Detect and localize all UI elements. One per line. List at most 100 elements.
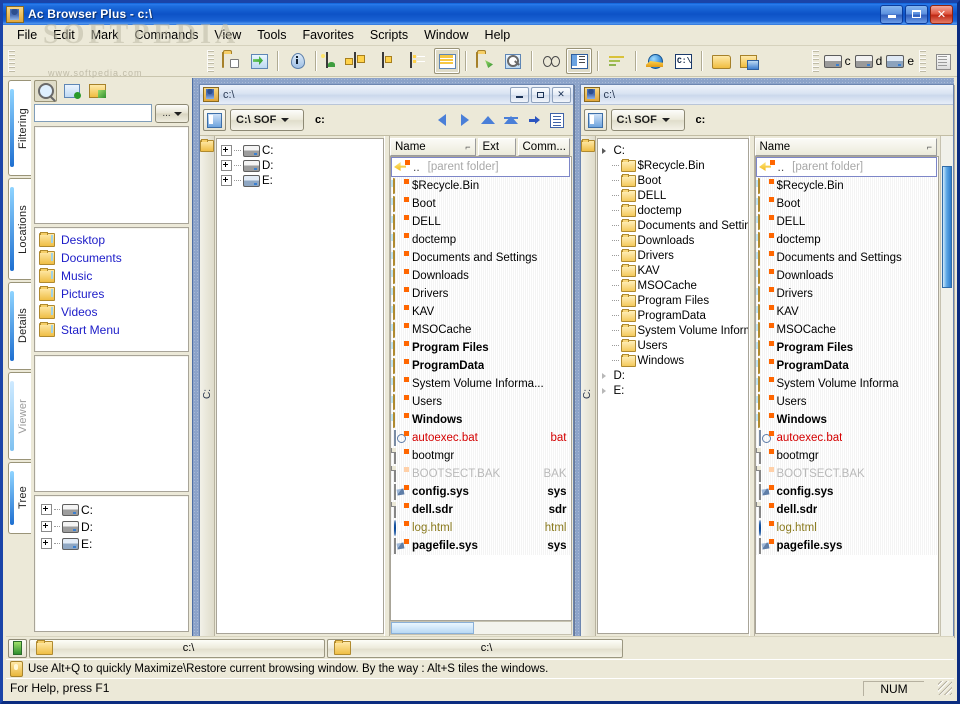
sort-icon[interactable] [604,48,630,74]
list-item[interactable]: bootmgr [755,447,938,465]
chevron-right-icon[interactable] [601,372,606,379]
list-item[interactable]: autoexec.bat bat [391,429,571,447]
tree-node[interactable]: Users [602,338,748,353]
list-item[interactable]: Users [391,393,571,411]
drive-combo-left[interactable]: C:\ SOF [230,109,304,131]
resize-grip[interactable] [938,681,952,696]
list-item[interactable]: Documents and Settings [391,249,571,267]
panel-close-button[interactable]: ✕ [551,86,571,103]
tree-node[interactable]: KAV [602,263,748,278]
scrollbar-thumb[interactable] [942,166,952,288]
list-item[interactable]: Downloads [391,267,571,285]
tree-node[interactable]: MSOCache [602,278,748,293]
menu-favorites[interactable]: Favorites [294,26,361,44]
sidebar-tree-node-e[interactable]: E: [41,535,188,552]
path-field-right[interactable]: c: [688,109,950,131]
tree-node[interactable]: D: [601,368,748,383]
toolbar-drive-c[interactable]: c [823,54,851,68]
menu-window[interactable]: Window [416,26,476,44]
list-item[interactable]: config.sys sys [391,483,571,501]
list-item[interactable]: .. [parent folder] [755,157,937,177]
small-icon-view-icon[interactable] [378,48,404,74]
details-view-icon[interactable] [434,48,460,74]
location-item-start-menu[interactable]: Start Menu [39,321,188,339]
list-item[interactable]: Users [755,393,938,411]
list-item[interactable]: MSOCache [755,321,938,339]
tree-node[interactable]: Documents and Settings [602,218,748,233]
menu-commands[interactable]: Commands [126,26,206,44]
forward-icon[interactable] [456,111,475,130]
tree-node[interactable]: Program Files [602,293,748,308]
list-item[interactable]: MSOCache [391,321,571,339]
tree-node[interactable]: E: [221,173,383,188]
panel-sidestrip-left[interactable]: C: [200,136,215,636]
compare-icon[interactable] [538,48,564,74]
tree-node[interactable]: System Volume Informati [602,323,748,338]
tree-node[interactable]: Drivers [602,248,748,263]
chevron-right-icon[interactable] [601,147,606,154]
command-prompt-icon[interactable]: C:\ [670,48,696,74]
panel-restore-button[interactable] [530,86,550,103]
column-header-comment[interactable]: Comm... [517,138,570,156]
panel-minimize-button[interactable] [509,86,529,103]
list-item[interactable]: Boot [391,195,571,213]
list-item[interactable]: dell.sdr [755,501,938,519]
chevron-right-icon[interactable] [601,387,606,394]
toolbar-grip-drives[interactable] [811,50,819,72]
tree-node[interactable]: doctemp [602,203,748,218]
column-header-ext[interactable]: Ext [477,138,516,156]
panel-sidestrip-right[interactable]: C: [580,136,596,636]
menu-scripts[interactable]: Scripts [362,26,416,44]
list-item[interactable]: System Volume Informa... [391,375,571,393]
list-item[interactable]: BOOTSECT.BAK BAK [391,465,571,483]
list-item[interactable]: DELL [755,213,938,231]
sidebar-tab-locations[interactable]: Locations [8,178,31,280]
folder-tree-left[interactable]: C: D: E: [216,138,384,634]
list-item[interactable]: autoexec.bat [755,429,938,447]
tree-node[interactable]: Boot [602,173,748,188]
toolbar-grip-left[interactable] [8,50,15,72]
list-item[interactable]: KAV [755,303,938,321]
list-item[interactable]: log.html html [391,519,571,537]
split-panel-icon[interactable] [566,48,592,74]
sidebar-tree-node-d[interactable]: D: [41,518,188,535]
back-icon[interactable] [433,111,452,130]
panel-layout-button[interactable] [583,109,607,131]
panel-layout-button[interactable] [203,109,226,131]
list-item[interactable]: pagefile.sys [755,537,938,555]
sidebar-tab-viewer[interactable]: Viewer [8,372,31,460]
file-list-left[interactable]: .. [parent folder] $Recycle.Bin Boot DELL… [390,156,572,621]
filter-list-box[interactable] [34,126,189,224]
list-item[interactable]: bootmgr [391,447,571,465]
filter-dropdown-button[interactable]: ... [155,104,189,123]
menu-tools[interactable]: Tools [249,26,294,44]
list-item[interactable]: KAV [391,303,571,321]
filter-search-icon[interactable] [34,80,57,102]
path-field-left[interactable]: c: [308,109,429,131]
toolbar-drive-e[interactable]: e [886,54,914,68]
expand-plus-icon[interactable] [41,504,52,515]
list-item[interactable]: Program Files [755,339,938,357]
file-list-right[interactable]: .. [parent folder] $Recycle.Bin Boot DELL… [754,156,939,634]
sidebar-tree-node-c[interactable]: C: [41,501,188,518]
maximize-button[interactable] [905,4,928,24]
sidebar-tab-filtering[interactable]: Filtering [8,80,31,176]
list-item[interactable]: Boot [755,195,938,213]
location-item-documents[interactable]: Documents [39,249,188,267]
list-item[interactable]: Windows [755,411,938,429]
list-item[interactable]: ProgramData [391,357,571,375]
list-view-icon[interactable] [406,48,432,74]
filter-open-icon[interactable] [86,80,109,102]
filter-edit-icon[interactable] [60,80,83,102]
filter-input[interactable] [34,104,152,122]
folder-properties-icon[interactable] [218,48,244,74]
list-item[interactable]: DELL [391,213,571,231]
sidebar-tab-details[interactable]: Details [8,282,31,370]
tree-node[interactable]: Windows [602,353,748,368]
refresh-icon[interactable] [246,48,272,74]
go-icon[interactable] [525,111,544,130]
expand-plus-icon[interactable] [221,160,232,171]
close-button[interactable]: ✕ [930,4,953,24]
window-tab-right[interactable]: c:\ [327,638,623,658]
sidebar-tab-tree[interactable]: Tree [8,462,31,534]
